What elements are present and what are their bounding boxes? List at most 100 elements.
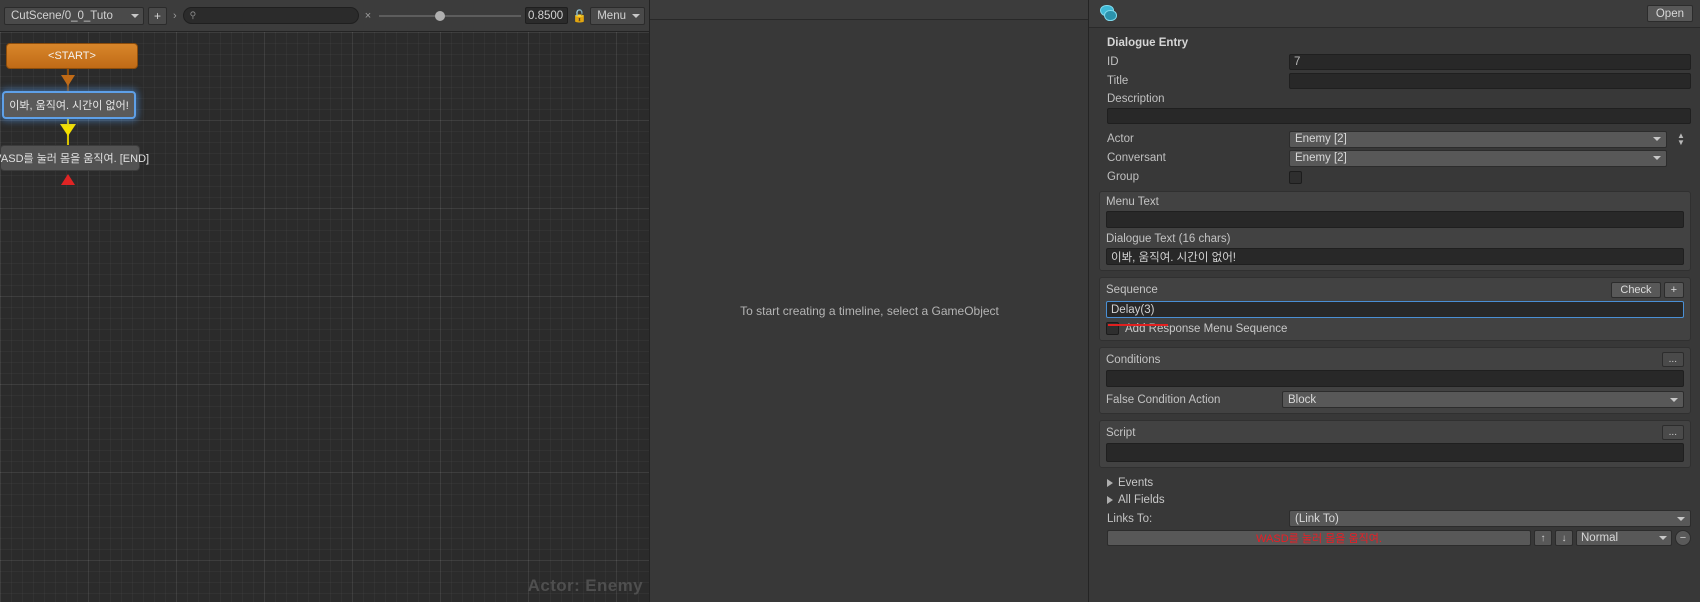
graph-canvas[interactable]: <START> 이봐, 움직여. 시간이 없어! WASD를 눌러 몸을 움직여…: [0, 32, 649, 602]
timeline-tabstrip: [650, 0, 1089, 20]
links-to-value: (Link To): [1295, 512, 1339, 525]
graph-actor-watermark: Actor: Enemy: [527, 576, 643, 595]
group-row: Group: [1099, 168, 1691, 186]
chevron-down-icon: [632, 13, 640, 18]
link-entry-row: WASD를 눌러 몸을 움직여. ↑ ↓ Normal −: [1099, 530, 1691, 546]
description-row: Description: [1099, 91, 1691, 107]
link-move-up-button[interactable]: ↑: [1534, 530, 1552, 546]
conditions-header: Conditions ...: [1106, 352, 1684, 367]
group-label: Group: [1107, 171, 1139, 183]
actor-stepper[interactable]: ▲ ▼: [1671, 132, 1691, 147]
inspector-panel: Open Dialogue Entry ID 7 Title Descripti…: [1088, 0, 1700, 602]
breadcrumb-chevron-icon: ›: [173, 9, 177, 22]
false-condition-action-label: False Condition Action: [1106, 393, 1221, 406]
id-value: 7: [1289, 54, 1691, 70]
id-row: ID 7: [1099, 53, 1691, 71]
group-checkbox[interactable]: [1289, 170, 1302, 184]
actor-value: Enemy [2]: [1295, 133, 1347, 145]
sequence-add-button[interactable]: +: [1663, 282, 1684, 298]
dialogue-entry-section-title: Dialogue Entry: [1107, 37, 1189, 49]
dialogue-text-label: Dialogue Text (16 chars): [1106, 233, 1231, 245]
stepper-down-icon: ▼: [1677, 138, 1685, 147]
dialogue-text-input[interactable]: 이봐, 움직여. 시간이 없어!: [1106, 248, 1684, 265]
conditions-box: Conditions ... False Condition Action Bl…: [1099, 347, 1691, 414]
links-to-row: Links To: (Link To): [1099, 510, 1691, 527]
script-menu-button[interactable]: ...: [1661, 425, 1684, 440]
triangle-right-icon: [1107, 478, 1113, 487]
search-input[interactable]: ⚲: [182, 7, 359, 24]
zoom-value-field[interactable]: 0.8500: [524, 7, 569, 24]
links-to-dropdown[interactable]: (Link To): [1289, 510, 1691, 527]
node-start-label: <START>: [48, 50, 96, 62]
zoom-slider-knob[interactable]: [435, 10, 446, 21]
sequence-box: Sequence Check + Delay(3) Add Response M…: [1099, 277, 1691, 341]
script-input[interactable]: [1106, 443, 1684, 462]
actor-row: Actor Enemy [2] ▲ ▼: [1099, 130, 1691, 148]
all-fields-foldout[interactable]: All Fields: [1099, 491, 1691, 508]
actor-dropdown[interactable]: Enemy [2]: [1289, 130, 1667, 148]
events-label: Events: [1118, 476, 1154, 489]
inspector-body: Dialogue Entry ID 7 Title Description Ac…: [1089, 28, 1700, 602]
zoom-slider-track: [379, 14, 521, 17]
link-priority-value: Normal: [1581, 532, 1619, 544]
node-dialogue-entry-label: 이봐, 움직여. 시간이 없어!: [9, 100, 129, 112]
annotation-underline: [1108, 324, 1168, 326]
false-condition-action-row: False Condition Action Block: [1106, 391, 1684, 408]
menu-text-label: Menu Text: [1106, 196, 1159, 208]
node-dialogue-entry-selected[interactable]: 이봐, 움직여. 시간이 없어!: [2, 91, 136, 119]
script-label: Script: [1106, 426, 1136, 439]
node-dialogue-entry-end[interactable]: WASD를 눌러 몸을 움직여. [END]: [0, 145, 149, 171]
graph-menu-dropdown[interactable]: Menu: [590, 6, 645, 25]
timeline-empty-message: To start creating a timeline, select a G…: [740, 304, 999, 318]
node-dialogue-end-label: WASD를 눌러 몸을 움직여. [END]: [0, 153, 150, 165]
link-remove-button[interactable]: −: [1675, 530, 1691, 546]
chevron-down-icon: [1677, 516, 1685, 521]
link-move-down-button[interactable]: ↓: [1555, 530, 1573, 546]
link-entry-text[interactable]: WASD를 눌러 몸을 움직여.: [1107, 530, 1531, 546]
node-start[interactable]: <START>: [6, 43, 138, 69]
conversant-label: Conversant: [1107, 152, 1166, 164]
actor-label: Actor: [1107, 133, 1134, 145]
chevron-down-icon: [1653, 137, 1661, 141]
false-condition-action-value: Block: [1288, 393, 1317, 406]
search-clear-button[interactable]: ×: [365, 10, 371, 22]
triangle-right-icon: [1107, 495, 1113, 504]
inspector-header: Open: [1089, 0, 1700, 28]
conversant-dropdown[interactable]: Enemy [2]: [1289, 149, 1667, 167]
description-input[interactable]: [1107, 108, 1691, 124]
title-input[interactable]: [1289, 73, 1691, 89]
conversant-row: Conversant Enemy [2]: [1099, 149, 1691, 167]
script-header: Script ...: [1106, 425, 1684, 440]
graph-menu-label: Menu: [597, 9, 626, 22]
link-priority-dropdown[interactable]: Normal: [1576, 530, 1672, 546]
link-arrow-red-up: [61, 174, 75, 185]
chevron-down-icon: [131, 13, 139, 18]
description-label: Description: [1107, 93, 1165, 105]
events-foldout[interactable]: Events: [1099, 474, 1691, 491]
add-conversation-button[interactable]: +: [148, 6, 167, 25]
dialogue-editor-graph-panel: CutScene/0_0_Tuto + › ⚲ × 0.8500 🔓 Menu: [0, 0, 649, 602]
timeline-body[interactable]: To start creating a timeline, select a G…: [650, 20, 1089, 602]
sequence-check-button[interactable]: Check: [1611, 282, 1661, 298]
menu-text-input[interactable]: [1106, 211, 1684, 228]
false-condition-action-dropdown[interactable]: Block: [1282, 391, 1684, 408]
chevron-down-icon: [1670, 397, 1678, 402]
script-box: Script ...: [1099, 420, 1691, 468]
conditions-input[interactable]: [1106, 370, 1684, 387]
menu-and-dialogue-text-box: Menu Text Dialogue Text (16 chars) 이봐, 움…: [1099, 191, 1691, 271]
graph-toolbar: CutScene/0_0_Tuto + › ⚲ × 0.8500 🔓 Menu: [0, 0, 649, 32]
sequence-label: Sequence: [1106, 284, 1158, 296]
all-fields-label: All Fields: [1118, 493, 1165, 506]
sequence-input[interactable]: Delay(3): [1106, 301, 1684, 318]
chevron-down-icon: [1653, 156, 1661, 160]
link-arrow-orange: [61, 75, 75, 86]
open-button[interactable]: Open: [1646, 5, 1693, 22]
id-label: ID: [1107, 56, 1119, 68]
search-icon: ⚲: [189, 10, 197, 20]
links-to-label: Links To:: [1107, 512, 1153, 525]
conditions-menu-button[interactable]: ...: [1661, 352, 1684, 367]
unlocked-padlock-icon[interactable]: 🔓: [572, 9, 587, 23]
conversation-dropdown[interactable]: CutScene/0_0_Tuto: [4, 6, 144, 25]
zoom-slider[interactable]: [379, 7, 521, 25]
title-row: Title: [1099, 72, 1691, 90]
